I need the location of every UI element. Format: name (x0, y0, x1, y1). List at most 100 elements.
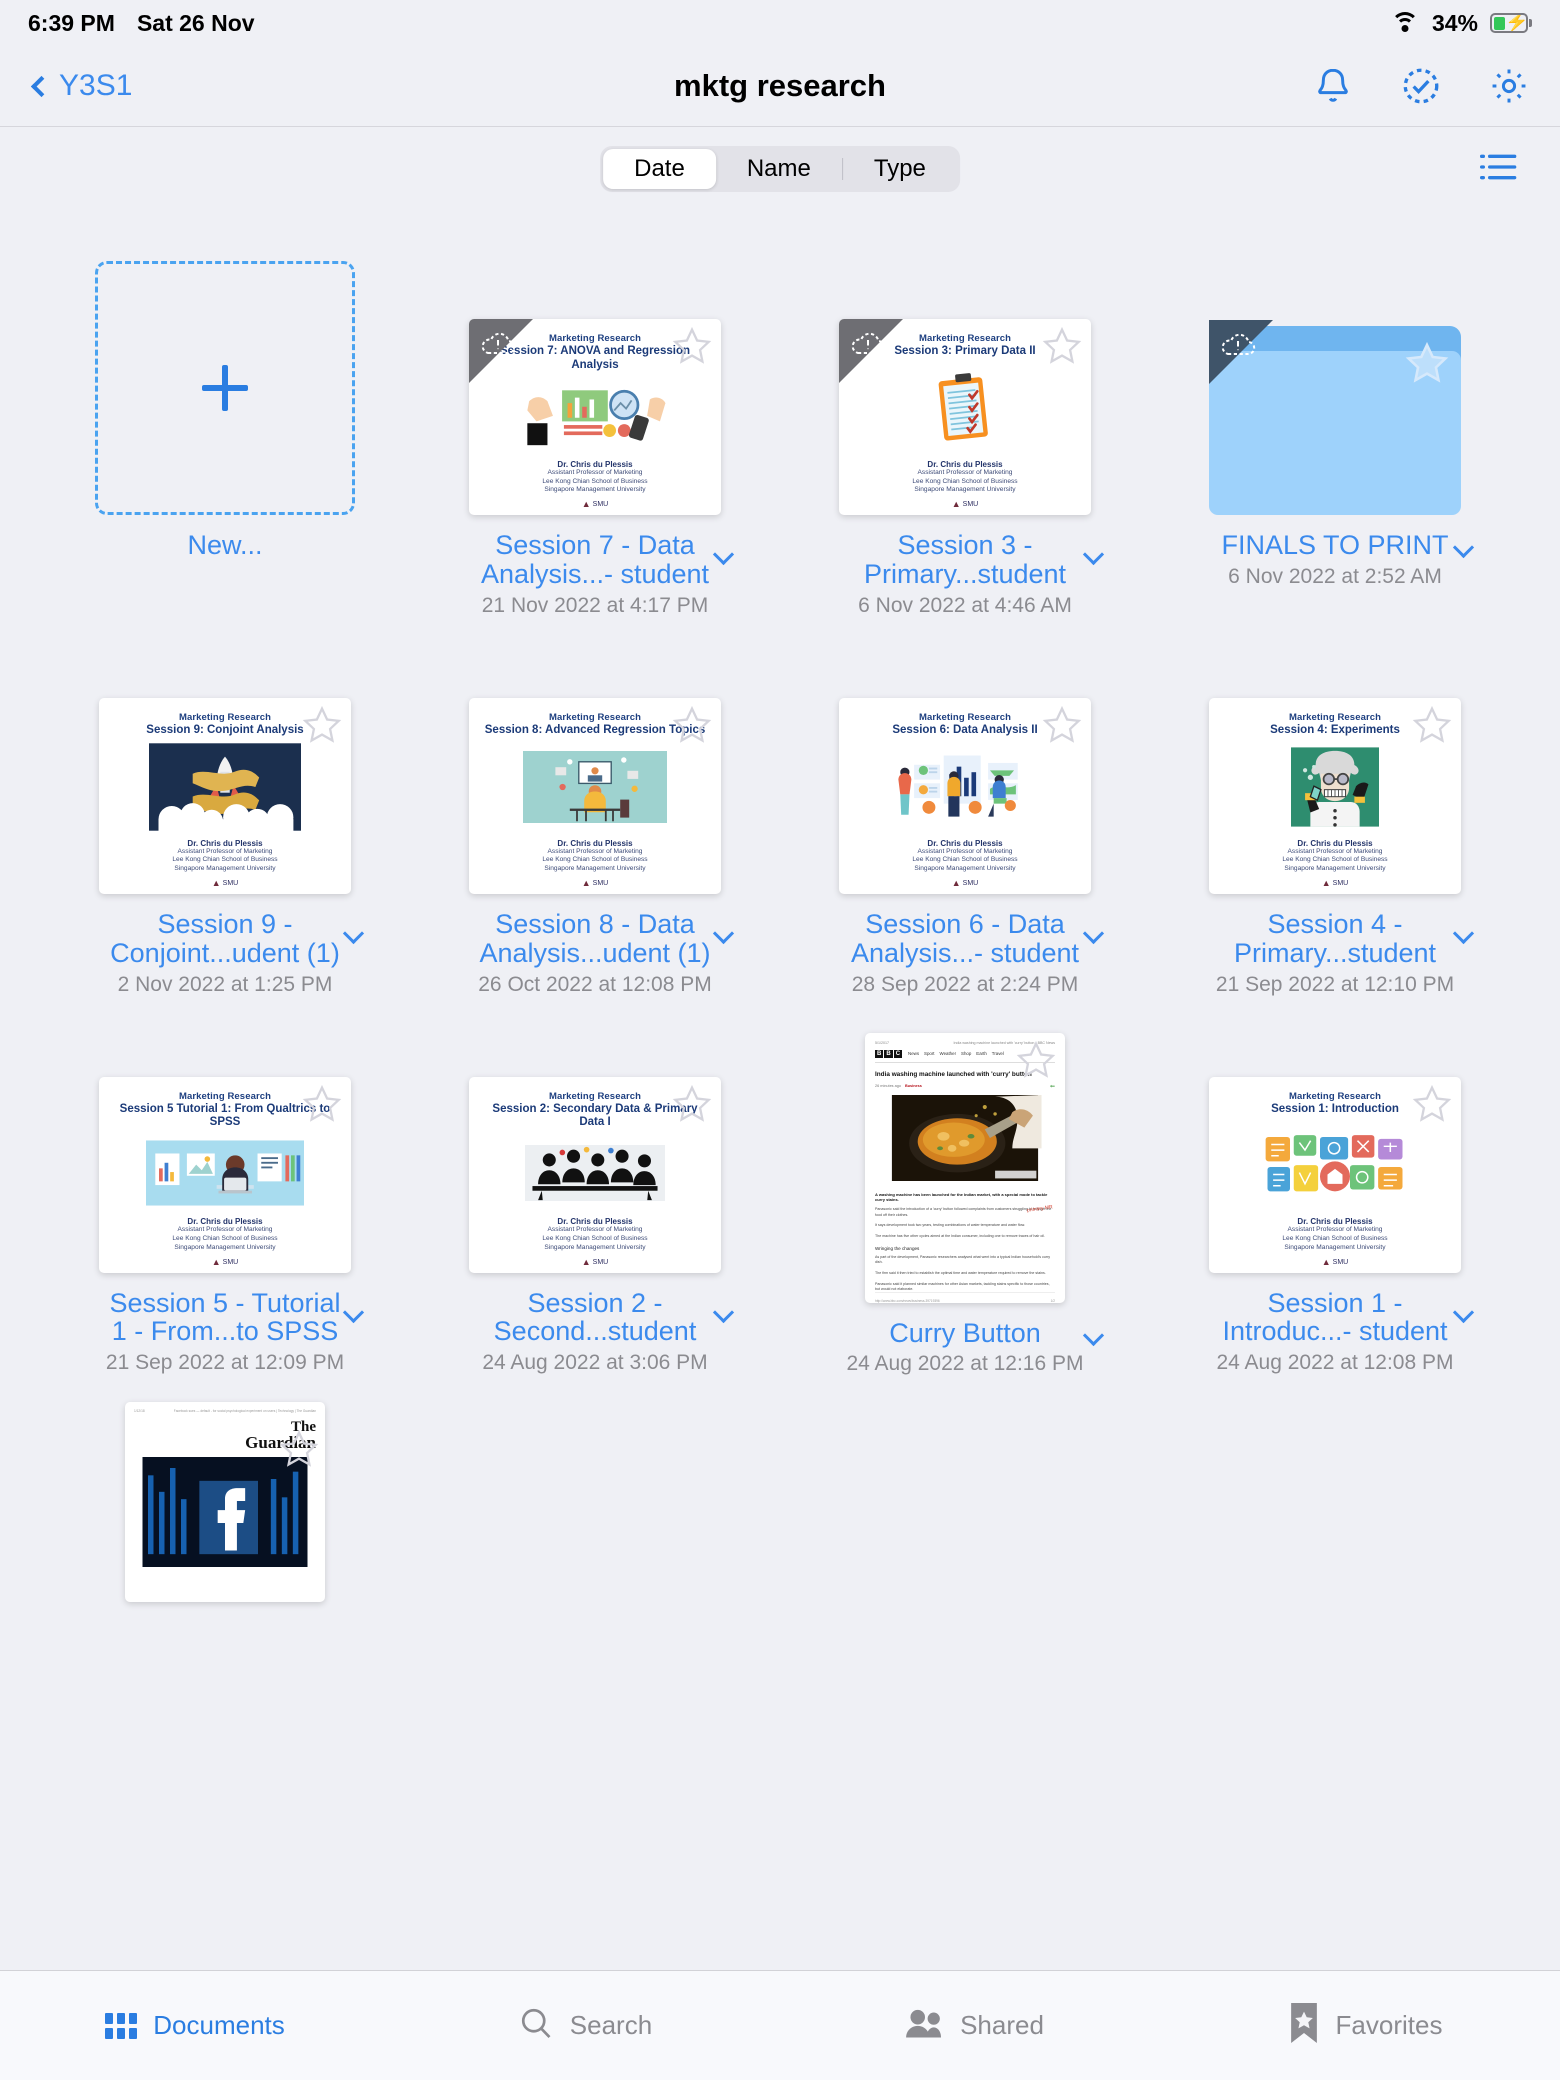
file-name[interactable]: Session 8 - Data Analysis...udent (1) (445, 909, 745, 968)
slide-artwork-meeting-silhouette (479, 1130, 711, 1215)
file-thumbnail[interactable]: Marketing Research Session 4: Experiment… (1205, 640, 1465, 894)
favorite-star-icon[interactable] (1042, 326, 1082, 365)
file-date: 28 Sep 2022 at 2:24 PM (851, 972, 1079, 996)
favorite-star-icon[interactable] (672, 705, 712, 744)
share-icon: ⇚ (1049, 1083, 1055, 1090)
sort-option-type[interactable]: Type (843, 149, 957, 189)
battery-charging-icon: ⚡ (1490, 13, 1532, 34)
tab-search[interactable]: Search (390, 2005, 780, 2046)
ipad-files-browser: 6:39 PM Sat 26 Nov 34% ⚡ Y3S1 mktg resea… (0, 0, 1560, 2080)
tab-shared[interactable]: Shared (780, 2007, 1170, 2044)
caption: Curry Button 24 Aug 2022 at 12:16 PM (815, 1318, 1115, 1377)
tab-shared-label: Shared (960, 2010, 1044, 2040)
slide-author: Dr. Chris du Plessis (927, 459, 1003, 469)
smu-logo: ▲ SMU (581, 1256, 609, 1267)
chevron-left-icon (30, 75, 53, 97)
smu-logo-text: SMU (592, 501, 609, 508)
folder-date: 6 Nov 2022 at 2:52 AM (1228, 564, 1442, 588)
file-thumbnail[interactable]: Marketing Research Session 1: Introducti… (1205, 1019, 1465, 1273)
slide-affiliation-1: Assistant Professor of Marketing (177, 1226, 273, 1234)
notifications-bell-icon[interactable] (1312, 65, 1354, 107)
settings-gear-icon[interactable] (1488, 65, 1530, 107)
favorite-star-icon[interactable] (1405, 341, 1449, 383)
file-thumbnail[interactable]: Marketing Research Session 3: Primary Da… (835, 261, 1095, 515)
slide-affiliation-1: Assistant Professor of Marketing (547, 1226, 643, 1234)
file-name[interactable]: Curry Button (815, 1318, 1115, 1348)
file-thumbnail[interactable]: Marketing Research Session 7: ANOVA and … (465, 261, 725, 515)
slide-title: Session 3: Primary Data II (894, 345, 1036, 357)
slide-affiliation-1: Assistant Professor of Marketing (1287, 847, 1383, 855)
file-name[interactable]: Session 6 - Data Analysis...- student (815, 909, 1115, 968)
article-body-2: As part of the development, Panasonic re… (875, 1254, 1051, 1291)
slide-affiliation-2: Lee Kong Chian School of Business (1282, 856, 1388, 864)
slide-author: Dr. Chris du Plessis (1297, 838, 1373, 848)
file-name[interactable]: Session 3 - Primary...student (815, 531, 1115, 589)
slide-affiliation-3: Singapore Management University (174, 1243, 276, 1251)
file-name[interactable]: Session 4 - Primary...student (1185, 909, 1485, 968)
favorite-star-icon[interactable] (672, 1084, 712, 1123)
file-name[interactable]: Session 2 - Second...student (445, 1288, 745, 1347)
tab-documents[interactable]: Documents (0, 2010, 390, 2041)
sort-option-name[interactable]: Name (716, 149, 842, 189)
file-date: 24 Aug 2022 at 3:06 PM (482, 1351, 708, 1375)
slide-subtitle: Marketing Research (548, 333, 642, 344)
caption: Session 2 - Second...student 24 Aug 2022… (445, 1288, 745, 1376)
file-thumbnail[interactable]: Marketing Research Session 8: Advanced R… (465, 640, 725, 894)
slide-affiliation-2: Lee Kong Chian School of Business (542, 1235, 648, 1243)
folder-name[interactable]: FINALS TO PRINT (1185, 531, 1485, 560)
sort-option-date[interactable]: Date (603, 149, 716, 189)
tab-favorites[interactable]: Favorites (1170, 2003, 1560, 2048)
favorite-star-icon[interactable] (1042, 705, 1082, 744)
file-thumbnail[interactable]: 5/1/2017 India washing machine launched … (835, 1019, 1095, 1303)
slide-author: Dr. Chris du Plessis (557, 838, 633, 848)
status-bar-left: 6:39 PM Sat 26 Nov (28, 10, 255, 37)
favorite-star-icon[interactable] (1412, 1084, 1452, 1123)
file-name[interactable]: Session 5 - Tutorial 1 - From...to SPSS (75, 1288, 375, 1347)
favorite-star-icon[interactable] (1412, 705, 1452, 744)
caption: Session 3 - Primary...student 6 Nov 2022… (815, 531, 1115, 618)
file-thumbnail[interactable]: Marketing Research Session 6: Data Analy… (835, 640, 1095, 894)
file-thumbnail[interactable]: 1/12/18 Facebook sues — default - for so… (95, 1402, 355, 1603)
back-button[interactable]: Y3S1 (30, 69, 132, 103)
cloud-download-icon (848, 330, 888, 358)
slide-subtitle: Marketing Research (918, 333, 1012, 344)
favorite-star-icon[interactable] (1016, 1040, 1056, 1079)
slide-affiliation-2: Lee Kong Chian School of Business (542, 477, 648, 485)
smu-logo-text: SMU (592, 1258, 609, 1266)
favorite-star-icon[interactable] (302, 705, 342, 744)
caption: Session 5 - Tutorial 1 - From...to SPSS … (75, 1288, 375, 1376)
smu-logo: ▲ SMU (951, 499, 979, 509)
new-document-button[interactable] (95, 261, 355, 515)
star-bookmark-icon (1288, 2003, 1320, 2048)
file-thumbnail[interactable]: Marketing Research Session 9: Conjoint A… (95, 640, 355, 894)
file-thumbnail[interactable]: Marketing Research Session 2: Secondary … (465, 1019, 725, 1273)
favorite-star-icon[interactable] (279, 1430, 319, 1468)
file-thumbnail[interactable]: Marketing Research Session 5 Tutorial 1:… (95, 1019, 355, 1273)
caption: Session 4 - Primary...student 21 Sep 202… (1185, 909, 1485, 997)
wifi-icon (1390, 12, 1420, 34)
slide-affiliation-3: Singapore Management University (914, 865, 1016, 873)
slide-subtitle: Marketing Research (548, 1090, 642, 1102)
favorite-star-icon[interactable] (672, 326, 712, 365)
cloud-download-icon (1218, 331, 1258, 359)
status-bar-right: 34% ⚡ (1390, 10, 1532, 37)
select-items-icon[interactable] (1400, 65, 1442, 107)
caption: Session 8 - Data Analysis...udent (1) 26… (445, 909, 745, 997)
search-icon (518, 2005, 554, 2046)
folder-thumbnail[interactable] (1205, 261, 1465, 515)
grid-cell-session-1: Marketing Research Session 1: Introducti… (1150, 997, 1520, 1377)
bottom-tab-bar: Documents Search Shared Favorites (0, 1970, 1560, 2080)
file-date: 21 Sep 2022 at 12:10 PM (1215, 972, 1455, 996)
file-name[interactable]: Session 9 - Conjoint...udent (1) (75, 909, 375, 968)
list-view-icon[interactable] (1478, 150, 1518, 189)
caption: Session 1 - Introduc...- student 24 Aug … (1185, 1288, 1485, 1376)
file-name[interactable]: Session 1 - Introduc...- student (1185, 1288, 1485, 1347)
smu-logo: ▲ SMU (211, 1256, 239, 1267)
article-nav: News Sport Weather Shop Earth Travel (908, 1051, 1004, 1056)
favorite-star-icon[interactable] (302, 1084, 342, 1123)
slide-affiliation-1: Assistant Professor of Marketing (177, 847, 273, 855)
documents-grid-icon (105, 2012, 138, 2039)
file-name[interactable]: Session 7 - Data Analysis...- student (445, 531, 745, 589)
slide-artwork-analytics-team (849, 738, 1081, 837)
smu-logo: ▲ SMU (581, 499, 609, 509)
